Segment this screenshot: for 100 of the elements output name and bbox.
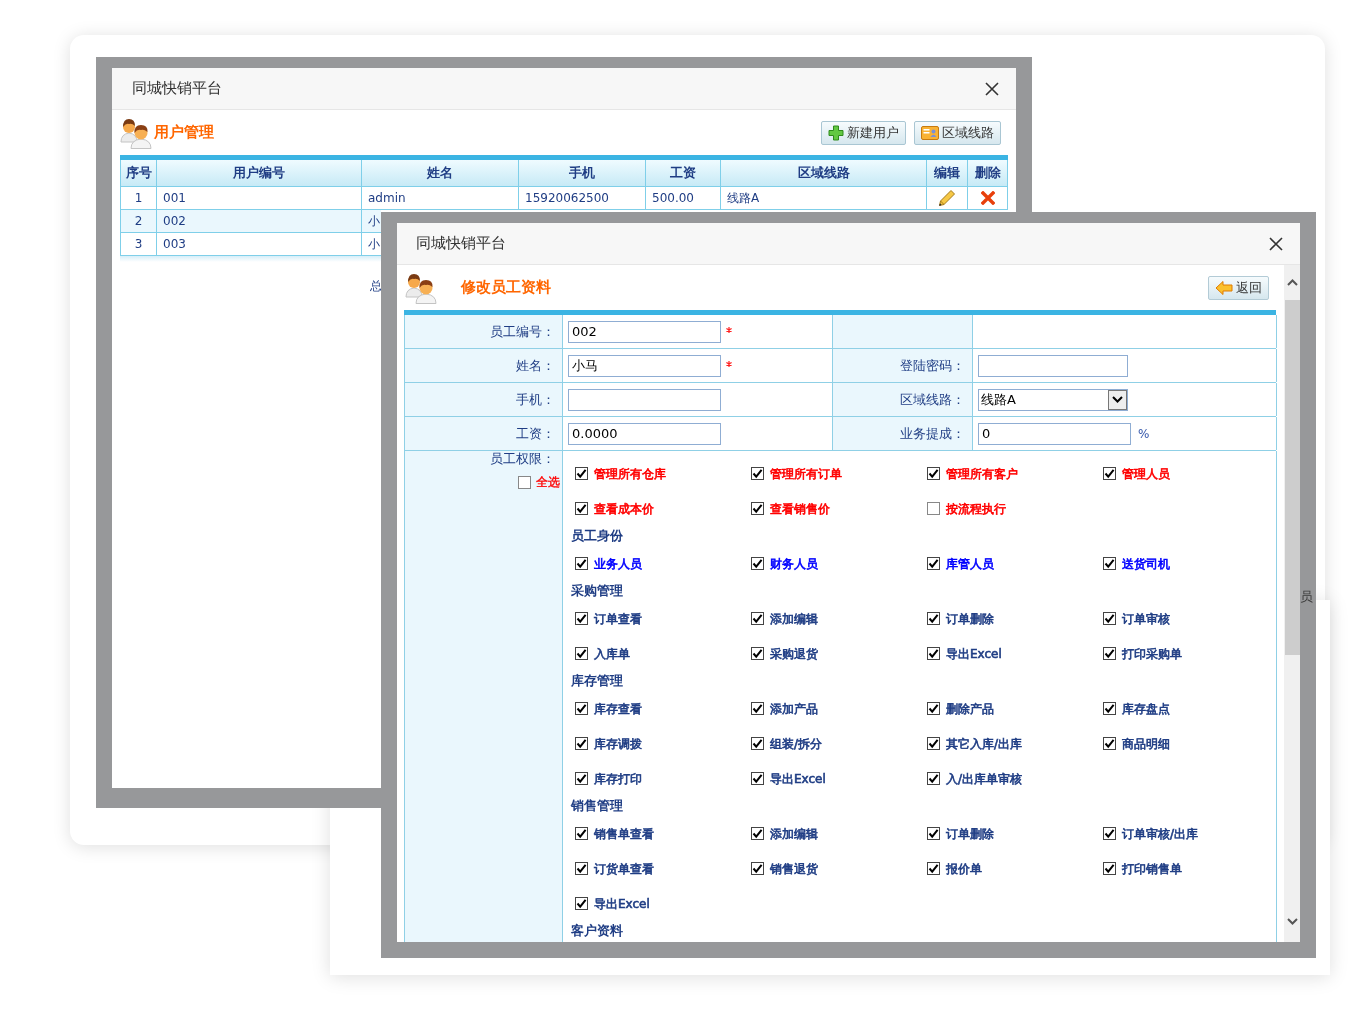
table-cell: 2 — [120, 210, 157, 233]
checkbox[interactable] — [575, 737, 588, 750]
checkbox[interactable] — [927, 772, 940, 785]
input-field[interactable]: 0.0000 — [568, 422, 721, 445]
checkbox-label: 导出Excel — [770, 770, 826, 788]
checkbox[interactable] — [575, 827, 588, 840]
select-field[interactable]: 线路A — [978, 388, 1128, 411]
checkbox-label: 删除产品 — [946, 700, 994, 718]
input-field[interactable]: 002 — [568, 320, 721, 343]
checkbox-label: 订单审核/出库 — [1122, 825, 1199, 843]
checkbox[interactable] — [1103, 737, 1116, 750]
checkbox[interactable] — [1103, 702, 1116, 715]
input-field[interactable] — [568, 388, 721, 411]
checkbox[interactable] — [751, 702, 764, 715]
toolbar-button[interactable]: 区域线路 — [914, 120, 1001, 145]
table-cell: 003 — [157, 233, 362, 256]
checkbox[interactable] — [927, 557, 940, 570]
checkbox[interactable] — [575, 612, 588, 625]
checkbox-label: 商品明细 — [1122, 735, 1170, 753]
checkbox-label: 业务人员 — [594, 555, 642, 573]
unit-label: % — [1138, 425, 1150, 443]
checkbox[interactable] — [751, 557, 764, 570]
column-header: 删除 — [968, 160, 1008, 187]
checkbox[interactable] — [927, 862, 940, 875]
checkbox[interactable] — [1103, 827, 1116, 840]
checkbox[interactable] — [927, 467, 940, 480]
checkbox[interactable] — [751, 862, 764, 875]
input-field[interactable]: 0 — [978, 422, 1131, 445]
form-label: 登陆密码： — [833, 349, 973, 382]
checkbox[interactable] — [575, 557, 588, 570]
checkbox[interactable] — [751, 467, 764, 480]
checkbox[interactable] — [751, 612, 764, 625]
pagination-text: 总 — [370, 279, 382, 293]
checkbox[interactable] — [575, 772, 588, 785]
checkbox[interactable] — [575, 897, 588, 910]
input-field[interactable]: 小马 — [568, 354, 721, 377]
checkbox[interactable] — [927, 737, 940, 750]
checkbox[interactable] — [518, 475, 531, 489]
back-button[interactable]: 返回 — [1208, 275, 1269, 300]
checkbox[interactable] — [1103, 557, 1116, 570]
checkbox-label: 订单查看 — [594, 610, 642, 628]
checkbox-label: 查看成本价 — [594, 500, 654, 518]
table-cell: 小 — [362, 210, 381, 233]
pencil-icon[interactable] — [938, 189, 956, 207]
checkbox-label: 采购退货 — [770, 645, 818, 663]
checkbox[interactable] — [751, 737, 764, 750]
checkbox[interactable] — [1103, 467, 1116, 480]
checkbox[interactable] — [575, 862, 588, 875]
checkbox[interactable] — [1103, 862, 1116, 875]
checkbox-label: 销售退货 — [770, 860, 818, 878]
checkbox-label: 其它入库/出库 — [946, 735, 1023, 753]
scrollbar-thumb[interactable] — [1284, 300, 1300, 655]
column-header: 手机 — [519, 160, 646, 187]
checkbox-label: 订货单查看 — [594, 860, 654, 878]
checkbox[interactable] — [575, 467, 588, 480]
checkbox-label: 订单删除 — [946, 825, 994, 843]
form-label: 员工编号： — [405, 315, 563, 348]
chevron-down-icon[interactable] — [1286, 917, 1298, 925]
toolbar-button[interactable]: 新建用户 — [821, 120, 906, 145]
checkbox[interactable] — [927, 702, 940, 715]
page-heading: 用户管理 — [154, 122, 214, 144]
select-all-label: 全选 — [536, 474, 560, 491]
form-label: 工资： — [405, 417, 563, 450]
checkbox-label: 库存调拨 — [594, 735, 642, 753]
checkbox-label: 管理所有仓库 — [594, 465, 666, 483]
checkbox[interactable] — [751, 647, 764, 660]
checkbox-label: 按流程执行 — [946, 500, 1006, 518]
checkbox[interactable] — [751, 772, 764, 785]
checkbox-label: 报价单 — [946, 860, 982, 878]
checkbox[interactable] — [927, 647, 940, 660]
checkbox[interactable] — [575, 702, 588, 715]
checkbox-label: 添加编辑 — [770, 825, 818, 843]
section-heading: 客户资料 — [571, 922, 623, 941]
checkbox-label: 库存盘点 — [1122, 700, 1170, 718]
checkbox[interactable] — [927, 502, 940, 515]
password-field[interactable] — [978, 354, 1128, 377]
backdrop-text: 员 — [1300, 588, 1313, 606]
chevron-up-icon[interactable] — [1286, 279, 1298, 286]
close-icon[interactable] — [985, 81, 999, 96]
checkbox-label: 入库单 — [594, 645, 630, 663]
checkbox[interactable] — [751, 502, 764, 515]
close-icon[interactable] — [1269, 236, 1283, 251]
checkbox[interactable] — [927, 827, 940, 840]
checkbox[interactable] — [1103, 647, 1116, 660]
delete-icon[interactable] — [980, 191, 995, 205]
checkbox-label: 入/出库单审核 — [946, 770, 1023, 788]
checkbox[interactable] — [751, 827, 764, 840]
checkbox[interactable] — [927, 612, 940, 625]
table-cell: admin — [362, 187, 519, 210]
table-cell: 001 — [157, 187, 362, 210]
checkbox-label: 导出Excel — [946, 645, 1002, 663]
column-header: 区域线路 — [721, 160, 927, 187]
chevron-down-icon[interactable] — [1108, 389, 1127, 410]
checkbox[interactable] — [575, 502, 588, 515]
checkbox[interactable] — [1103, 612, 1116, 625]
table-cell: 线路A — [721, 187, 927, 210]
form-label: 手机： — [405, 383, 563, 416]
window-title: 同城快销平台 — [132, 78, 222, 100]
window-title: 同城快销平台 — [416, 233, 506, 255]
checkbox[interactable] — [575, 647, 588, 660]
